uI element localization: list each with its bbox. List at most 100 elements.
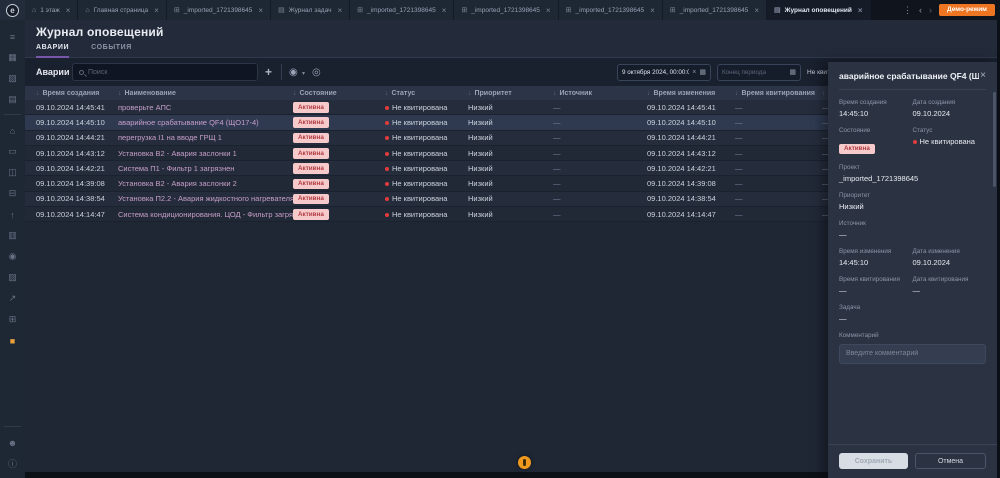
cell-state: Активна <box>293 148 385 159</box>
app-logo[interactable]: е <box>0 0 25 20</box>
window-tab[interactable]: ⌂ 1 этаж × <box>25 0 78 20</box>
cell-name-link[interactable]: Установка П2.2 - Авария жидкостного нагр… <box>118 194 293 203</box>
table-column-header[interactable]: ↓ Статус <box>385 90 468 97</box>
calendar-icon[interactable]: ▦ <box>699 68 706 76</box>
window-tab[interactable]: ⊞ _imported_1721398645 × <box>167 0 271 20</box>
sort-icon[interactable]: ↓ <box>118 90 122 97</box>
cell-modified: 09.10.2024 14:44:21 <box>647 133 735 142</box>
table-column-header[interactable]: ↓ Состояние <box>293 90 385 97</box>
sidebar-item-icon[interactable]: ⊞ <box>0 309 25 330</box>
page-tab[interactable]: АВАРИИ <box>36 44 69 57</box>
sidebar-item-icon[interactable]: ⊟ <box>0 183 25 204</box>
field-label: Время квитирования <box>839 276 913 283</box>
sidebar-item-icon[interactable]: ◫ <box>0 162 25 183</box>
sidebar-item-icon[interactable]: ▦ <box>0 47 25 68</box>
window-tab[interactable]: ⊞ _imported_1721398645 × <box>559 0 663 20</box>
window-tab[interactable]: ⌂ Главная страница × <box>78 0 166 20</box>
sidebar-bottom-icon[interactable]: ☻ <box>0 432 25 453</box>
sidebar-item-icon[interactable]: ▥ <box>0 225 25 246</box>
sort-icon[interactable]: ↓ <box>385 90 389 97</box>
tab-close-icon[interactable]: × <box>66 6 71 15</box>
cell-name-link[interactable]: проверьте АПС <box>118 103 293 112</box>
table-column-header[interactable]: ↓ Время создания <box>36 90 118 97</box>
cancel-button[interactable]: Отмена <box>915 453 986 469</box>
sidebar-item-icon[interactable]: ▭ <box>0 141 25 162</box>
clear-date-icon[interactable]: × <box>692 69 696 76</box>
page-tab[interactable]: СОБЫТИЯ <box>91 44 132 57</box>
demo-mode-button[interactable]: Демо-режим <box>939 4 995 17</box>
window-tab[interactable]: ⊞ _imported_1721398645 × <box>454 0 558 20</box>
add-button[interactable]: + <box>265 65 272 79</box>
tab-label: _imported_1721398645 <box>575 7 644 14</box>
table-column-header[interactable]: ↓ Приоритет <box>468 90 553 97</box>
sort-icon[interactable]: ↓ <box>735 90 739 97</box>
cell-source: — <box>553 164 647 173</box>
tab-label: Главная страница <box>94 7 149 14</box>
settings-icon[interactable]: ◎ <box>312 67 321 78</box>
notifications-badge[interactable] <box>518 456 531 469</box>
kebab-menu-icon[interactable]: ⋮ <box>903 6 912 15</box>
calendar-icon[interactable]: ▦ <box>789 68 796 76</box>
cell-name-link[interactable]: Установка В2 - Авария заслонки 1 <box>118 149 293 158</box>
field-label: Дата создания <box>913 99 987 106</box>
cell-status: Не квитирована <box>385 164 468 173</box>
table-column-header[interactable]: ↓ Источник <box>553 90 647 97</box>
sidebar-item-icon[interactable]: ▤ <box>0 89 25 110</box>
cell-name-link[interactable]: аварийное срабатывание QF4 (ЩО17-4) <box>118 118 293 127</box>
date-to-input[interactable]: Конец периода ▦ <box>717 64 801 81</box>
tab-close-icon[interactable]: × <box>546 6 551 15</box>
sidebar-item-icon[interactable]: ↑ <box>0 204 25 225</box>
panel-scrollbar[interactable] <box>993 92 996 187</box>
sort-icon[interactable]: ↓ <box>468 90 472 97</box>
toolbar-divider <box>281 64 282 80</box>
tab-close-icon[interactable]: × <box>754 6 759 15</box>
comment-input[interactable] <box>839 344 986 364</box>
cell-acked: — <box>735 149 822 158</box>
acknowledge-icon[interactable]: ◉ <box>289 67 298 78</box>
sidebar-item-icon[interactable]: ▨ <box>0 267 25 288</box>
tab-close-icon[interactable]: × <box>858 6 863 15</box>
status-text: Не квитирована <box>392 103 447 112</box>
sidebar: ≡ ▦ ▧ ▤ ⌂ ▭ <box>0 20 25 478</box>
cell-name-link[interactable]: перегрузка I1 на вводе ГРЩ 1 <box>118 133 293 142</box>
table-column-header[interactable]: ↓ Время квитирования <box>735 90 822 97</box>
tab-close-icon[interactable]: × <box>258 6 263 15</box>
tab-close-icon[interactable]: × <box>442 6 447 15</box>
sidebar-item-icon[interactable]: ⌂ <box>0 120 25 141</box>
sidebar-item-icon[interactable]: ▧ <box>0 68 25 89</box>
window-tab[interactable]: ▤ Журнал оповещений × <box>767 0 871 20</box>
sort-icon[interactable]: ↓ <box>647 90 651 97</box>
sidebar-item-icon[interactable]: ◉ <box>0 246 25 267</box>
cell-name-link[interactable]: Система кондиционирования. ЦОД - Фильтр … <box>118 210 293 219</box>
cell-name-link[interactable]: Установка В2 - Авария заслонки 2 <box>118 179 293 188</box>
window-tab[interactable]: ▤ Журнал задач × <box>271 0 350 20</box>
sidebar-item-icon[interactable]: ↗ <box>0 288 25 309</box>
status-text: Не квитирована <box>392 194 447 203</box>
tab-close-icon[interactable]: × <box>337 6 342 15</box>
page-title: Журнал оповещений <box>36 25 164 39</box>
sort-icon[interactable]: ↓ <box>553 90 557 97</box>
sidebar-bottom-icon[interactable]: ⓘ <box>0 453 25 474</box>
sidebar-item-icon[interactable]: ■ <box>0 330 25 351</box>
table-column-header[interactable]: ↓ Время изменения <box>647 90 735 97</box>
tab-close-icon[interactable]: × <box>650 6 655 15</box>
chevron-down-icon[interactable]: ▾ <box>302 70 305 77</box>
close-icon[interactable]: × <box>980 71 986 81</box>
sort-icon[interactable]: ↓ <box>293 90 297 97</box>
cell-name-link[interactable]: Система П1 - Фильтр 1 загрязнен <box>118 164 293 173</box>
nav-forward-icon[interactable]: › <box>929 6 932 15</box>
window-tab[interactable]: ⊞ _imported_1721398645 × <box>663 0 767 20</box>
field-label: Задача <box>839 304 986 311</box>
nav-back-icon[interactable]: ‹ <box>919 6 922 15</box>
sort-icon[interactable]: ↓ <box>36 90 40 97</box>
window-tab[interactable]: ⊞ _imported_1721398645 × <box>350 0 454 20</box>
search-input[interactable] <box>88 69 251 76</box>
table-column-header[interactable]: ↓ Наименование <box>118 90 293 97</box>
cell-priority: Низкий <box>468 149 553 158</box>
save-button[interactable]: Сохранить <box>839 453 908 469</box>
date-from-input[interactable]: 9 октября 2024, 00:00:00 × ▦ <box>617 64 711 81</box>
sidebar-item-icon[interactable]: ≡ <box>0 26 25 47</box>
tab-close-icon[interactable]: × <box>154 6 159 15</box>
field-label: Статус <box>913 127 987 134</box>
sort-icon[interactable]: ↓ <box>822 90 826 97</box>
